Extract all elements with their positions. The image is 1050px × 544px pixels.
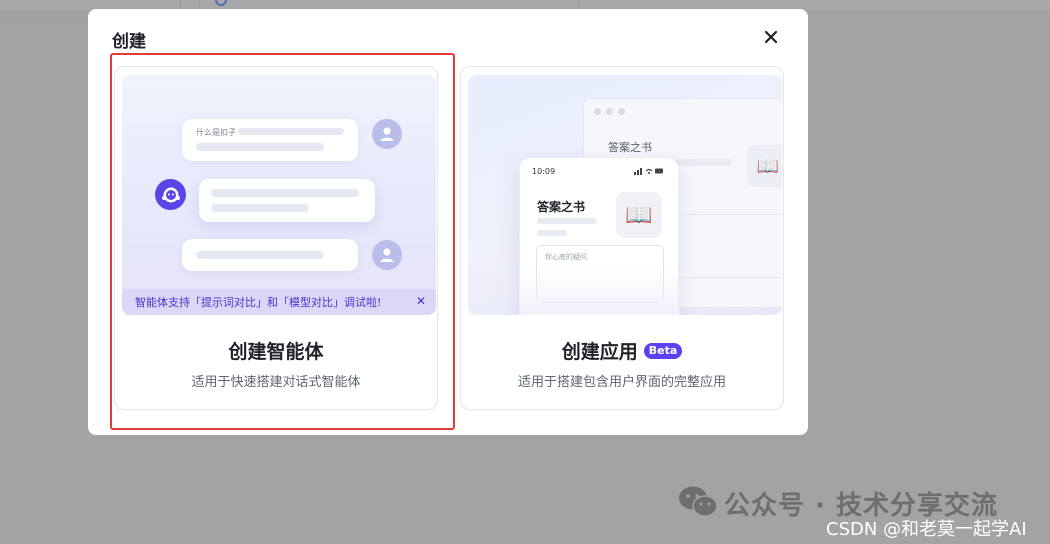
user-avatar-icon <box>372 119 402 149</box>
book-icon: 📖 <box>616 192 662 238</box>
dialog-title: 创建 <box>112 32 146 52</box>
background-divider <box>0 18 88 19</box>
card-title: 创建应用 Beta <box>461 337 783 364</box>
chat-bubble <box>182 239 358 271</box>
window-dot-icon <box>606 108 613 115</box>
agent-card-description: 适用于快速搭建对话式智能体 <box>191 375 361 390</box>
feature-notice-banner: 智能体支持「提示词对比」和「模型对比」调试啦! ✕ <box>122 289 436 315</box>
text-placeholder-bar <box>196 143 324 151</box>
notice-close-icon[interactable]: ✕ <box>416 294 426 308</box>
phone-mockup-title: 答案之书 <box>537 200 586 214</box>
create-dialog: 创建 什么是扣子 智能体支持「提示词对比」和「模型对比」调试啦! ✕ 创建智能体… <box>88 9 808 435</box>
close-button[interactable] <box>760 26 782 48</box>
create-agent-card[interactable]: 什么是扣子 智能体支持「提示词对比」和「模型对比」调试啦! ✕ 创建智能体 适用… <box>114 66 438 410</box>
app-card-title: 创建应用 <box>561 341 638 363</box>
agent-card-title: 创建智能体 <box>228 341 324 363</box>
window-dot-icon <box>618 108 625 115</box>
text-placeholder-bar <box>211 189 359 197</box>
agent-illustration: 什么是扣子 智能体支持「提示词对比」和「模型对比」调试啦! ✕ <box>122 75 436 315</box>
text-placeholder-bar <box>537 218 597 224</box>
window-dot-icon <box>594 108 601 115</box>
bot-avatar-icon <box>155 179 186 210</box>
beta-badge: Beta <box>643 342 683 359</box>
wechat-icon <box>678 485 718 523</box>
app-card-description: 适用于搭建包含用户界面的完整应用 <box>517 375 726 390</box>
book-icon: 📖 <box>747 145 782 187</box>
phone-mockup: 10:09 答案之书 📖 你心底的疑问 <box>519 157 680 315</box>
notice-text: 智能体支持「提示词对比」和「模型对比」调试啦! <box>135 296 382 309</box>
watermark-author: CSDN @和老莫一起学AI <box>826 519 1027 540</box>
user-avatar-icon <box>372 240 402 270</box>
text-placeholder-bar <box>238 128 344 135</box>
text-placeholder-bar <box>211 204 309 212</box>
close-icon <box>764 30 778 44</box>
phone-status-icon <box>634 167 664 177</box>
app-illustration: 答案之书 📖 10:09 答案之书 📖 你心底的疑问 <box>468 75 782 315</box>
create-app-card[interactable]: 答案之书 📖 10:09 答案之书 📖 你心底的疑问 创建应用 Beta 适用于… <box>460 66 784 410</box>
text-placeholder-bar <box>196 251 324 259</box>
browser-mockup-title: 答案之书 <box>608 141 652 154</box>
background-tab <box>180 0 200 8</box>
fade-overlay <box>520 266 680 315</box>
chat-bubble <box>199 179 375 222</box>
chat-bubble: 什么是扣子 <box>182 119 358 161</box>
chat-prompt-text: 什么是扣子 <box>196 128 236 137</box>
text-placeholder-bar <box>537 230 567 236</box>
phone-input-placeholder: 你心底的疑问 <box>545 253 587 261</box>
phone-time: 10:09 <box>532 167 556 176</box>
card-title: 创建智能体 <box>115 337 437 364</box>
